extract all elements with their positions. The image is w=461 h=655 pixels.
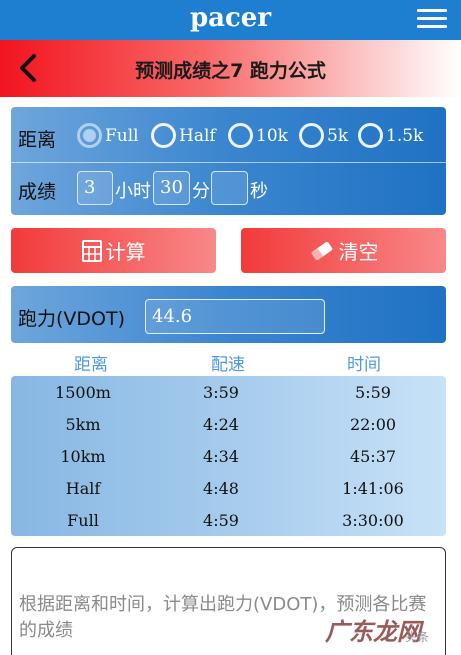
table-row: 1500m 3:59 5:59 bbox=[11, 376, 446, 408]
clear-button[interactable]: 清空 bbox=[241, 228, 446, 273]
calculate-label: 计算 bbox=[105, 240, 146, 264]
input-panel: 距离 Full Half 10k 5k 1.5k 成绩 3 小时 30 分 秒 bbox=[11, 107, 446, 215]
distance-label: 距离 bbox=[18, 129, 57, 151]
hours-unit: 小时 bbox=[115, 181, 151, 202]
top-app-bar: pacer bbox=[0, 0, 461, 40]
app-logo: pacer bbox=[189, 3, 272, 33]
minutes-input[interactable]: 30 bbox=[153, 171, 190, 205]
table-row: 5km 4:24 22:00 bbox=[11, 408, 446, 440]
seconds-unit: 秒 bbox=[250, 181, 268, 202]
radio-full[interactable]: Full bbox=[77, 123, 139, 148]
hamburger-menu-icon[interactable] bbox=[417, 9, 447, 29]
radio-label: Half bbox=[179, 125, 216, 146]
vdot-value-field: 44.6 bbox=[145, 299, 325, 334]
radio-selected-icon bbox=[77, 123, 102, 148]
cell-pace: 4:34 bbox=[203, 447, 239, 466]
radio-10k[interactable]: 10k bbox=[228, 123, 288, 148]
minutes-unit: 分 bbox=[192, 181, 210, 202]
radio-icon bbox=[151, 123, 176, 148]
cell-time: 5:59 bbox=[355, 383, 391, 402]
cell-pace: 3:59 bbox=[203, 383, 239, 402]
cell-time: 22:00 bbox=[349, 415, 397, 434]
cell-pace: 4:59 bbox=[203, 511, 239, 530]
cell-pace: 4:24 bbox=[203, 415, 239, 434]
cell-distance: 1500m bbox=[55, 383, 111, 402]
column-header-pace: 配速 bbox=[211, 355, 245, 375]
radio-half[interactable]: Half bbox=[151, 123, 216, 148]
cell-time: 3:30:00 bbox=[342, 511, 404, 530]
page-header: 预测成绩之7 跑力公式 bbox=[0, 40, 461, 97]
cell-distance: 10km bbox=[60, 447, 106, 466]
radio-label: 10k bbox=[256, 125, 288, 146]
table-row: Full 4:59 3:30:00 bbox=[11, 504, 446, 536]
cell-pace: 4:48 bbox=[203, 479, 239, 498]
table-row: 10km 4:34 45:37 bbox=[11, 440, 446, 472]
result-label: 成绩 bbox=[18, 181, 57, 203]
radio-icon bbox=[299, 123, 324, 148]
clear-label: 清空 bbox=[338, 240, 379, 264]
cell-time: 1:41:06 bbox=[342, 479, 404, 498]
radio-label: 1.5k bbox=[386, 125, 424, 146]
vdot-panel: 跑力(VDOT) 44.6 bbox=[11, 286, 446, 343]
radio-label: Full bbox=[105, 125, 139, 146]
prediction-table: 1500m 3:59 5:59 5km 4:24 22:00 10km 4:34… bbox=[11, 376, 446, 536]
watermark-sub: 头条 bbox=[405, 630, 430, 644]
seconds-input[interactable] bbox=[211, 171, 248, 205]
table-row: Half 4:48 1:41:06 bbox=[11, 472, 446, 504]
row-divider bbox=[11, 162, 446, 163]
eraser-icon bbox=[311, 241, 332, 260]
radio-icon bbox=[358, 123, 383, 148]
calculate-button[interactable]: 计算 bbox=[11, 228, 216, 273]
page-title: 预测成绩之7 跑力公式 bbox=[135, 60, 326, 82]
radio-5k[interactable]: 5k bbox=[299, 123, 348, 148]
hours-input[interactable]: 3 bbox=[77, 171, 113, 205]
cell-distance: 5km bbox=[65, 415, 101, 434]
cell-time: 45:37 bbox=[349, 447, 397, 466]
calculator-icon bbox=[81, 239, 102, 262]
radio-1-5k[interactable]: 1.5k bbox=[358, 123, 423, 148]
column-header-distance: 距离 bbox=[74, 355, 108, 375]
cell-distance: Half bbox=[65, 479, 101, 498]
radio-label: 5k bbox=[327, 125, 349, 146]
vdot-label: 跑力(VDOT) bbox=[18, 308, 126, 330]
column-header-time: 时间 bbox=[347, 355, 381, 375]
radio-icon bbox=[228, 123, 253, 148]
cell-distance: Full bbox=[67, 511, 99, 530]
